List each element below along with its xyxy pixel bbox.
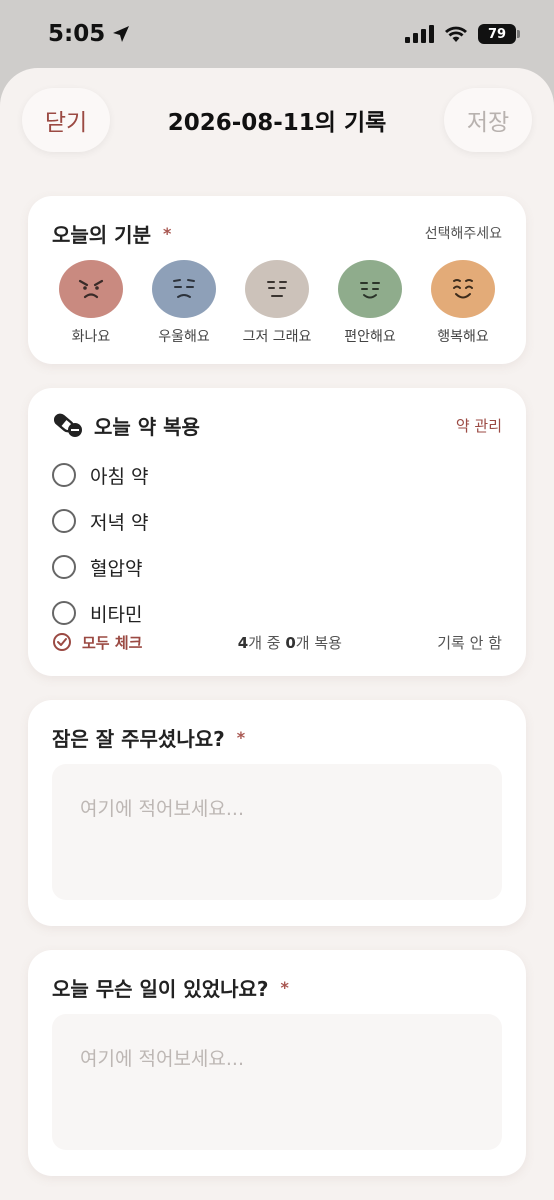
mood-option-angry[interactable]: 화나요 <box>46 260 136 350</box>
mood-header: 오늘의 기분 * 선택해주세요 <box>52 218 502 248</box>
page-title: 2026-08-11의 기록 <box>167 110 387 136</box>
med-count-done: 0 <box>285 633 296 652</box>
mood-title-text: 오늘의 기분 <box>52 222 151 247</box>
events-input[interactable] <box>52 1014 502 1150</box>
mood-label: 편안해요 <box>344 329 396 345</box>
sleep-question: 잠은 잘 주무셨나요? <box>52 726 225 751</box>
check-circle-icon <box>53 633 71 651</box>
sad-face-icon <box>152 260 216 318</box>
med-name: 아침 약 <box>90 465 149 488</box>
med-item[interactable]: 아침 약 <box>52 452 502 498</box>
mood-label: 우울해요 <box>158 329 210 345</box>
status-bar: 5:05 79 <box>0 0 554 68</box>
check-all-button[interactable]: 모두 체크 <box>52 632 142 653</box>
wifi-icon <box>445 26 467 42</box>
pill-icon <box>53 413 82 437</box>
mood-label: 행복해요 <box>437 329 489 345</box>
med-checkbox[interactable] <box>52 601 76 625</box>
med-count-mid: 개 중 <box>248 633 286 652</box>
medication-card: 오늘 약 복용 약 관리 아침 약 저녁 약 혈압약 비타민 모두 체크 4개 … <box>28 388 526 676</box>
happy-face-icon <box>431 260 495 318</box>
medication-title: 오늘 약 복용 <box>52 411 200 440</box>
mood-option-calm[interactable]: 편안해요 <box>325 260 415 350</box>
mood-option-neutral[interactable]: 그저 그래요 <box>232 260 322 350</box>
events-card: 오늘 무슨 일이 있었나요? * <box>28 950 526 1176</box>
cellular-signal-icon <box>405 25 434 43</box>
events-question: 오늘 무슨 일이 있었나요? <box>52 976 269 1001</box>
med-checkbox[interactable] <box>52 509 76 533</box>
medication-title-text: 오늘 약 복용 <box>94 414 200 439</box>
location-arrow-icon <box>113 26 130 42</box>
nav-bar: 닫기 2026-08-11의 기록 저장 <box>0 88 554 152</box>
battery-level: 79 <box>487 26 507 42</box>
no-record-button[interactable]: 기록 안 함 <box>437 632 502 653</box>
mood-card: 오늘의 기분 * 선택해주세요 화나요 우울해요 그저 그래요 편안해요 행복해… <box>28 196 526 364</box>
manage-meds-link[interactable]: 약 관리 <box>456 415 502 436</box>
mood-option-sad[interactable]: 우울해요 <box>139 260 229 350</box>
check-all-label: 모두 체크 <box>82 633 143 652</box>
record-sheet: 닫기 2026-08-11의 기록 저장 오늘의 기분 * 선택해주세요 화나요… <box>0 68 554 1200</box>
sleep-header: 잠은 잘 주무셨나요? * <box>52 722 502 752</box>
calm-face-icon <box>338 260 402 318</box>
mood-options: 화나요 우울해요 그저 그래요 편안해요 행복해요 <box>46 260 508 350</box>
med-name: 혈압약 <box>90 557 143 580</box>
required-mark: * <box>280 977 289 997</box>
sleep-card: 잠은 잘 주무셨나요? * <box>28 700 526 926</box>
required-mark: * <box>162 223 172 243</box>
medication-list: 아침 약 저녁 약 혈압약 비타민 <box>52 452 502 636</box>
med-item[interactable]: 혈압약 <box>52 544 502 590</box>
mood-label: 그저 그래요 <box>242 329 312 345</box>
sleep-input[interactable] <box>52 764 502 900</box>
save-button[interactable]: 저장 <box>444 88 532 152</box>
neutral-face-icon <box>245 260 309 318</box>
med-checkbox[interactable] <box>52 555 76 579</box>
med-count-total: 4 <box>237 633 249 652</box>
med-checkbox[interactable] <box>52 463 76 487</box>
med-item[interactable]: 저녁 약 <box>52 498 502 544</box>
medication-footer: 모두 체크 4개 중 0개 복용 기록 안 함 <box>52 628 502 656</box>
sleep-title: 잠은 잘 주무셨나요? * <box>52 723 245 752</box>
mood-option-happy[interactable]: 행복해요 <box>418 260 508 350</box>
mood-hint: 선택해주세요 <box>424 226 502 242</box>
status-time: 5:05 <box>48 21 131 47</box>
mood-title: 오늘의 기분 * <box>52 219 171 248</box>
battery-icon: 79 <box>478 24 520 44</box>
mood-label: 화나요 <box>71 329 111 345</box>
med-count: 4개 중 0개 복용 <box>238 632 342 653</box>
med-count-suffix: 개 복용 <box>295 633 342 652</box>
required-mark: * <box>236 727 246 747</box>
medication-header: 오늘 약 복용 약 관리 <box>52 410 502 440</box>
med-name: 비타민 <box>90 603 143 626</box>
med-name: 저녁 약 <box>90 511 149 534</box>
close-button[interactable]: 닫기 <box>22 88 110 152</box>
events-header: 오늘 무슨 일이 있었나요? * <box>52 972 502 1002</box>
events-title: 오늘 무슨 일이 있었나요? * <box>52 973 289 1002</box>
status-time-text: 5:05 <box>48 21 106 47</box>
status-icons: 79 <box>405 24 520 44</box>
angry-face-icon <box>59 260 123 318</box>
